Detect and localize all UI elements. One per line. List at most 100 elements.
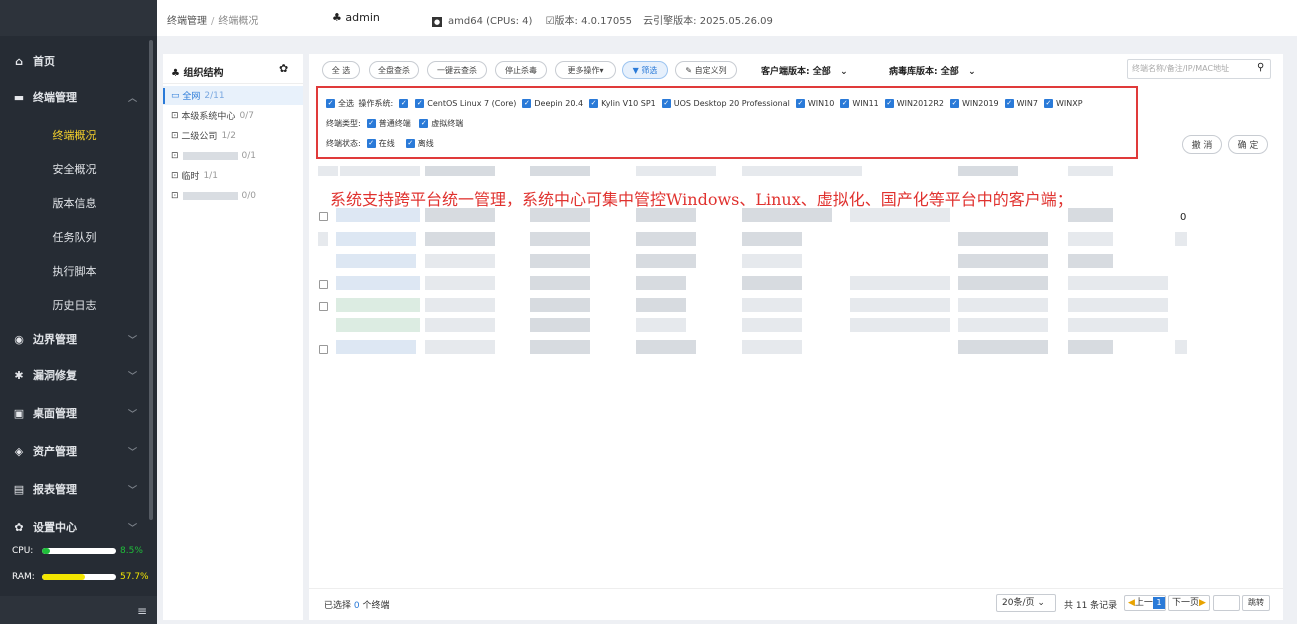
client-version-select[interactable]: 客户端版本: 全部 ⌄ [761,64,848,77]
filter-icon: ▼ [632,65,639,75]
sidebar-item-task-queue[interactable]: 任务队列 [0,220,149,254]
tree-item-blurred-1[interactable]: ⊡ 0/1 [163,146,303,165]
sidebar-item-terminal-mgmt[interactable]: ▬ 终端管理 ︿ [0,80,149,114]
sidebar-item-assets[interactable]: ◈ 资产管理 ﹀ [0,434,149,468]
breadcrumb-current: 终端概况 [218,16,259,27]
bug-icon: ✱ [14,368,24,382]
row-checkbox[interactable] [319,302,328,311]
sidebar-item-version-info[interactable]: 版本信息 [0,186,149,220]
ram-bar [42,574,116,580]
full-scan-button[interactable]: 全盘查杀 [369,61,419,79]
chevron-down-icon: ﹀ [128,409,138,420]
search-input[interactable]: 终端名称/备注/IP/MAC地址 [1127,59,1271,79]
cpu-gauge: CPU: 8.5% [12,546,143,556]
cancel-button[interactable]: 撤 消 [1182,135,1222,154]
tree-item-center[interactable]: ⊡ 本级系统中心 0/7 [163,106,303,125]
page-jump-input[interactable] [1213,595,1240,611]
row-checkbox[interactable] [319,212,328,221]
selected-count: 已选择 0 个终端 [324,601,390,611]
arrow-right-icon: ▶ [1199,598,1206,608]
virus-db-version-select[interactable]: 病毒库版本: 全部 ⌄ [889,64,976,77]
checkbox-os[interactable]: ✓ [589,99,599,108]
sidebar-footer [0,596,157,624]
table-cell-value: 0 [1180,212,1187,223]
page-size-select[interactable]: 20条/页 ⌄ [996,594,1056,612]
sidebar-item-reports[interactable]: ▤ 报表管理 ﹀ [0,472,149,506]
tree-item-blurred-2[interactable]: ⊡ 0/0 [163,186,303,205]
cpu-bar-fill [42,548,50,554]
status-filter-row: 终端状态: ✓ 在线 ✓ 离线 [326,139,434,148]
checkbox-type[interactable]: ✓ [419,119,429,128]
checkbox-status[interactable]: ✓ [366,139,376,148]
sidebar-item-history-log[interactable]: 历史日志 [0,288,149,322]
stop-scan-button[interactable]: 停止杀毒 [495,61,547,79]
monitor-icon: ▭ [171,90,180,101]
checkbox-os[interactable]: ✓ [415,99,425,108]
sidebar-item-exec-script[interactable]: 执行脚本 [0,254,149,288]
chevron-down-icon: ⌄ [968,67,976,77]
report-icon: ▤ [13,482,25,496]
edit-icon: ✎ [685,65,693,75]
select-all-button[interactable]: 全 选 [322,61,360,79]
checkbox-os[interactable]: ✓ [661,99,671,108]
ram-gauge: RAM: 57.7% [12,572,149,582]
sidebar-item-settings[interactable]: ✿ 设置中心 ﹀ [0,510,149,544]
checkbox-all[interactable]: ✓ [326,99,335,108]
sidebar-scrollbar[interactable] [149,40,153,520]
row-checkbox[interactable] [319,280,328,289]
annotation-text: 系统支持跨平台统一管理，系统中心可集中管控Windows、Linux、虚拟化、国… [330,190,1073,209]
assets-icon: ◈ [14,444,24,458]
page-number-current[interactable]: 1 [1153,597,1165,609]
version-icon: ☑ [545,16,555,27]
chevron-down-icon: ﹀ [128,447,138,458]
breadcrumb-parent[interactable]: 终端管理 [167,16,207,27]
user-menu[interactable]: ♣ admin [332,11,380,24]
confirm-button[interactable]: 确 定 [1228,135,1268,154]
sidebar-item-home[interactable]: ⌂ 首页 [0,44,149,78]
breadcrumb: 终端管理 / 终端概况 [167,16,259,27]
checkbox-os[interactable]: ✓ [840,99,850,108]
jump-button[interactable]: 跳转 [1242,595,1270,611]
checkbox-os[interactable]: ✓ [884,99,894,108]
tree-item-sub-company[interactable]: ⊡ 二级公司 1/2 [163,126,303,145]
row-checkbox[interactable] [319,345,328,354]
tree-item-all[interactable]: ▭ 全网 2/11 [163,86,303,105]
chevron-down-icon: ﹀ [128,523,138,534]
checkbox-os-all[interactable]: ✓ [399,99,409,108]
checkbox-os[interactable]: ✓ [795,99,805,108]
checkbox-status[interactable]: ✓ [405,139,415,148]
chevron-down-icon: ⌄ [1037,598,1045,608]
sidebar-logo-area [0,0,157,36]
os-filter-row: ✓ 全选 操作系统: ✓ ✓ CentOS Linux 7 (Core) ✓ Deepi… [326,99,1083,108]
cpu-bar [42,548,116,554]
system-info: ● amd64 (CPUs: 4) ☑版本: 4.0.17055 云引擎版本: 2… [432,16,773,27]
org-tree-title: ♣ 组织结构 [171,68,224,79]
checkbox-os[interactable]: ✓ [522,99,532,108]
sidebar-item-security-overview[interactable]: 安全概况 [0,152,149,186]
tree-item-temp[interactable]: ⊡ 临时 1/1 [163,166,303,185]
chevron-down-icon: ﹀ [128,371,138,382]
more-ops-button[interactable]: 更多操作 ▾ [555,61,616,79]
home-icon: ⌂ [15,54,23,68]
custom-columns-button[interactable]: ✎ 自定义列 [675,61,737,79]
filter-panel: ✓ 全选 操作系统: ✓ ✓ CentOS Linux 7 (Core) ✓ Deepi… [316,86,1138,159]
checkbox-type[interactable]: ✓ [366,119,376,128]
checkbox-os[interactable]: ✓ [950,99,960,108]
sidebar-item-boundary[interactable]: ◉ 边界管理 ﹀ [0,322,149,356]
filter-button[interactable]: ▼ 筛选 [622,61,668,79]
chevron-up-icon: ︿ [128,93,138,104]
group-icon: ⊡ [171,190,179,201]
org-tree-panel: ♣ 组织结构 ✿ ▭ 全网 2/11 ⊡ 本级系统中心 0/7 ⊡ 二级公司 1/2 … [163,54,303,620]
cloud-scan-button[interactable]: 一键云查杀 [427,61,487,79]
sidebar-item-desktop[interactable]: ▣ 桌面管理 ﹀ [0,396,149,430]
menu-toggle-icon[interactable]: ≡ [137,604,147,618]
gear-icon[interactable]: ✿ [279,62,288,75]
checkbox-os[interactable]: ✓ [1043,99,1053,108]
sidebar-item-terminal-overview[interactable]: 终端概况 [0,118,149,152]
checkbox-os[interactable]: ✓ [1004,99,1014,108]
sidebar-item-vuln-fix[interactable]: ✱ 漏洞修复 ﹀ [0,358,149,392]
tree-selection-indicator [163,88,165,104]
caret-down-icon: ▾ [599,65,604,75]
next-page-button[interactable]: 下一页▶ [1168,595,1210,611]
search-icon[interactable]: ⚲ [1257,62,1264,73]
